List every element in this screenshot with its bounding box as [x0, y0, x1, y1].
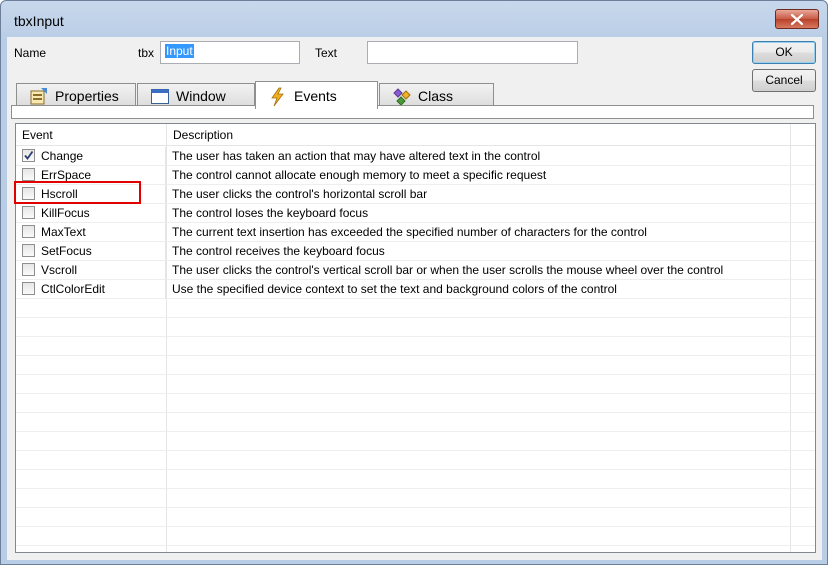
event-description: The control loses the keyboard focus: [172, 206, 369, 220]
class-icon: [392, 87, 412, 106]
event-description: The control receives the keyboard focus: [172, 244, 385, 258]
empty-row: [16, 299, 815, 318]
event-name: MaxText: [41, 225, 86, 239]
event-checkbox[interactable]: [22, 282, 35, 295]
close-button[interactable]: [775, 9, 819, 29]
properties-icon: [29, 87, 49, 105]
lightning-icon: [268, 87, 288, 106]
event-name: KillFocus: [41, 206, 90, 220]
event-checkbox[interactable]: [22, 206, 35, 219]
empty-row: [16, 527, 815, 546]
window-title: tbxInput: [14, 13, 64, 29]
name-input[interactable]: Input: [160, 41, 300, 64]
tab-class[interactable]: Class: [379, 83, 494, 107]
cancel-button[interactable]: Cancel: [752, 69, 816, 92]
table-row: Change The user has taken an action that …: [16, 147, 815, 166]
event-cell: Vscroll: [16, 261, 166, 280]
event-checkbox[interactable]: [22, 149, 35, 162]
empty-row: [16, 508, 815, 527]
empty-row: [16, 375, 815, 394]
ok-button[interactable]: OK: [752, 41, 816, 64]
tab-panel: [11, 105, 814, 119]
title-bar[interactable]: tbxInput: [1, 1, 827, 37]
tab-events[interactable]: Events: [255, 81, 378, 109]
event-checkbox[interactable]: [22, 225, 35, 238]
column-header-event[interactable]: Event: [16, 124, 167, 146]
event-description: The user clicks the control's horizontal…: [172, 187, 428, 201]
empty-row: [16, 489, 815, 508]
table-row: MaxText The current text insertion has ex…: [16, 223, 815, 242]
event-name: CtlColorEdit: [41, 282, 106, 296]
event-cell: MaxText: [16, 223, 166, 242]
table-row: KillFocus The control loses the keyboard …: [16, 204, 815, 223]
event-cell: SetFocus: [16, 242, 166, 261]
name-input-value: Input: [165, 44, 194, 58]
table-row: CtlColorEdit Use the specified device con…: [16, 280, 815, 299]
empty-row: [16, 451, 815, 470]
event-description: The control cannot allocate enough memor…: [172, 168, 547, 182]
highlight-box: [14, 181, 141, 204]
event-description: The user has taken an action that may ha…: [172, 149, 541, 163]
empty-row: [16, 318, 815, 337]
event-description: The user clicks the control's vertical s…: [172, 263, 724, 277]
event-description: The current text insertion has exceeded …: [172, 225, 647, 239]
tab-events-label: Events: [294, 87, 337, 104]
empty-row: [16, 432, 815, 451]
table-row: Vscroll The user clicks the control's ver…: [16, 261, 815, 280]
event-name: SetFocus: [41, 244, 92, 258]
grid-header: Event Description: [16, 124, 815, 146]
event-name: Vscroll: [41, 263, 78, 277]
checkmark-icon: [24, 150, 34, 160]
dialog-window: tbxInput Name tbx Input Text OK Cancel P…: [0, 0, 828, 565]
event-cell: KillFocus: [16, 204, 166, 223]
tab-window[interactable]: Window: [137, 83, 255, 107]
empty-row: [16, 470, 815, 489]
event-checkbox[interactable]: [22, 168, 35, 181]
name-prefix: tbx: [71, 42, 158, 64]
empty-row: [16, 356, 815, 375]
tab-properties[interactable]: Properties: [16, 83, 136, 107]
close-icon: [791, 13, 803, 25]
dialog-client: Name tbx Input Text OK Cancel Properties: [7, 37, 822, 560]
tab-class-label: Class: [418, 87, 454, 104]
tab-window-label: Window: [176, 87, 226, 104]
table-row: SetFocus The control receives the keyboar…: [16, 242, 815, 261]
column-header-description[interactable]: Description: [167, 124, 791, 146]
text-label: Text: [315, 46, 338, 60]
name-label: Name: [14, 46, 47, 60]
empty-row: [16, 413, 815, 432]
event-checkbox[interactable]: [22, 263, 35, 276]
tab-properties-label: Properties: [55, 87, 119, 104]
event-cell: CtlColorEdit: [16, 280, 166, 299]
empty-row: [16, 394, 815, 413]
window-icon: [150, 87, 170, 105]
event-name: Change: [41, 149, 84, 163]
event-checkbox[interactable]: [22, 244, 35, 257]
text-input[interactable]: [367, 41, 578, 64]
event-description: Use the specified device context to set …: [172, 282, 617, 296]
empty-row: [16, 337, 815, 356]
event-cell: Change: [16, 147, 166, 166]
